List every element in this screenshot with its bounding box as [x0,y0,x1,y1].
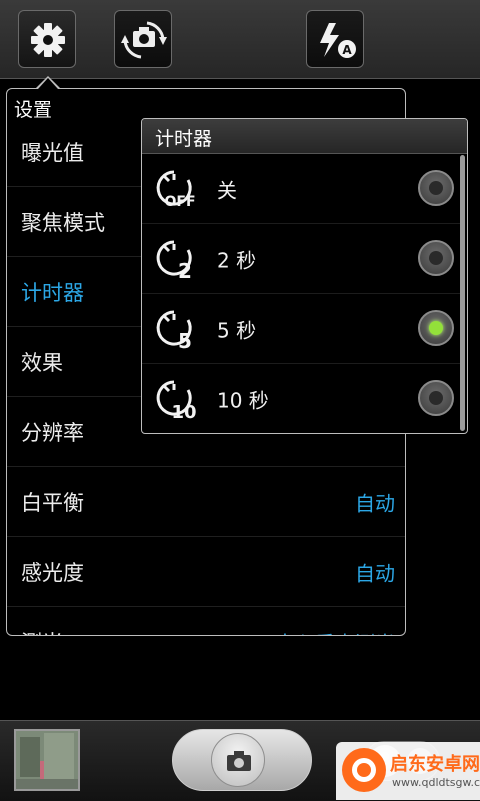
settings-row-iso[interactable]: 感光度 自动 [7,537,405,607]
timer-popup-header: 计时器 [142,119,467,154]
timer-option-radio-selected[interactable] [418,310,454,346]
switch-camera-icon [121,21,167,59]
flash-auto-icon: A [320,23,356,58]
timer-option-radio[interactable] [418,380,454,416]
timer-option-5s[interactable]: 5 5 秒 [142,294,460,364]
camera-icon [227,751,251,771]
flash-button[interactable]: A [306,10,364,68]
timer-option-10s[interactable]: 10 10 秒 [142,364,460,433]
timer-option-radio[interactable] [418,240,454,276]
watermark-logo-icon [342,748,386,792]
timer-badge: 2 [178,259,192,282]
timer-option-radio[interactable] [418,170,454,206]
settings-row-value: 自动 [355,561,395,585]
svg-text:A: A [342,43,352,57]
settings-row-label: 分辨率 [21,420,84,445]
settings-row-label: 白平衡 [21,490,84,515]
settings-row-label: 感光度 [21,560,84,585]
settings-row-white-balance[interactable]: 白平衡 自动 [7,467,405,537]
settings-button[interactable] [18,10,76,68]
shutter-inner [211,733,265,787]
timer-badge: 5 [178,329,192,352]
settings-pointer-inner [38,78,58,89]
timer-option-2s[interactable]: 2 2 秒 [142,224,460,294]
timer-option-off[interactable]: OFF 关 [142,154,460,224]
settings-row-value: 中心重点测光 [275,627,395,635]
settings-row-label: 测光 [21,627,63,636]
settings-row-label: 效果 [21,350,63,375]
timer-2-icon: 2 [156,240,192,282]
timer-option-label: 关 [217,178,237,202]
timer-10-icon: 10 [156,380,197,422]
timer-badge: 10 [171,402,196,422]
settings-row-label: 聚焦模式 [21,210,105,235]
timer-off-icon: OFF [156,170,196,210]
timer-option-label: 2 秒 [217,248,257,272]
watermark: 启东安卓网 www.qdldtsgw.com [336,742,480,800]
watermark-brand: 启东安卓网 [390,754,480,775]
settings-row-label: 计时器 [21,280,84,305]
timer-option-label: 5 秒 [217,318,257,342]
timer-option-label: 10 秒 [217,388,269,412]
shutter-button[interactable] [172,729,312,791]
timer-badge: OFF [164,194,195,210]
top-toolbar: A [0,0,480,79]
watermark-url: www.qdldtsgw.com [392,776,480,789]
switch-camera-button[interactable] [114,10,172,68]
timer-popup-scrollbar[interactable] [460,155,465,431]
timer-popup-title: 计时器 [155,128,213,150]
timer-5-icon: 5 [156,310,192,352]
timer-popup: 计时器 OFF 关 2 2 秒 5 5 秒 10 10 秒 [141,118,468,434]
gallery-thumbnail[interactable] [14,729,80,791]
gear-icon [31,23,65,57]
settings-row-label: 曝光值 [21,140,84,165]
settings-row-metering[interactable]: 测光 中心重点测光 [7,607,405,636]
settings-row-value: 自动 [355,491,395,515]
photo-thumbnail-image [16,731,78,789]
